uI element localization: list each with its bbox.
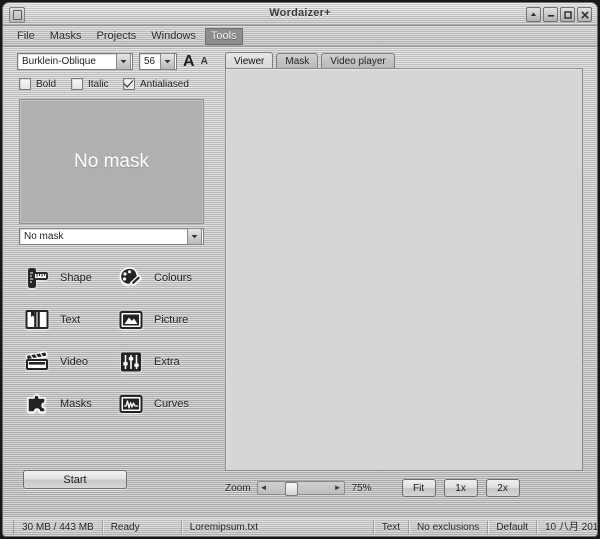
bold-checkbox-label: Bold	[36, 79, 56, 90]
menu-item-windows[interactable]: Windows	[145, 28, 202, 45]
increase-font-size-button[interactable]: A	[183, 54, 195, 70]
status-date: 10 八月 2016	[537, 521, 598, 534]
font-family-value: Burklein-Oblique	[18, 56, 116, 67]
tool-label-text: Text	[60, 314, 80, 326]
tool-label-picture: Picture	[154, 314, 188, 326]
font-toolbar: Burklein-Oblique 56 A A	[17, 53, 208, 70]
sliders-equalizer-icon	[117, 348, 145, 376]
checkbox-box[interactable]	[71, 78, 83, 90]
tool-button-video[interactable]: Video	[23, 341, 117, 383]
puzzle-piece-icon	[23, 390, 51, 418]
viewer-canvas[interactable]	[225, 68, 583, 471]
status-file: Loremipsum.txt	[182, 521, 374, 534]
tool-button-curves[interactable]: Curves	[117, 383, 211, 425]
tool-button-masks[interactable]: Masks	[23, 383, 117, 425]
mask-select[interactable]: No mask	[19, 228, 204, 245]
left-panel: Burklein-Oblique 56 A A B	[3, 47, 219, 516]
window-controls	[526, 7, 592, 22]
bold-checkbox[interactable]: Bold	[19, 78, 71, 90]
font-size-select[interactable]: 56	[139, 53, 177, 70]
checkbox-box-checked[interactable]	[123, 78, 135, 90]
zoom-percent-value: 75%	[352, 483, 382, 494]
antialiased-checkbox[interactable]: Antialiased	[123, 78, 189, 90]
font-family-select[interactable]: Burklein-Oblique	[17, 53, 133, 70]
tab-viewer[interactable]: Viewer	[225, 52, 273, 69]
menu-item-tools[interactable]: Tools	[205, 28, 243, 45]
slider-right-arrow-icon[interactable]: ►	[334, 484, 342, 492]
tool-button-extra[interactable]: Extra	[117, 341, 211, 383]
status-state: Ready	[103, 521, 182, 534]
maximize-button[interactable]	[560, 7, 575, 22]
tool-label-video: Video	[60, 356, 88, 368]
open-book-icon	[23, 306, 51, 334]
chevron-down-icon[interactable]	[160, 53, 175, 70]
tool-label-masks: Masks	[60, 398, 92, 410]
tab-mask[interactable]: Mask	[276, 53, 318, 69]
italic-checkbox[interactable]: Italic	[71, 78, 123, 90]
mask-select-value: No mask	[20, 231, 187, 242]
tool-button-colours[interactable]: Colours	[117, 257, 211, 299]
zoom-fit-button[interactable]: Fit	[402, 479, 436, 497]
paint-palette-icon	[117, 264, 145, 292]
font-style-checkboxes: Bold Italic Antialiased	[19, 78, 189, 90]
decrease-font-size-button[interactable]: A	[201, 57, 208, 67]
chevron-down-icon[interactable]	[187, 228, 202, 245]
tool-buttons-grid: Shape Colours	[23, 257, 211, 425]
minimize-button[interactable]	[543, 7, 558, 22]
tool-label-extra: Extra	[154, 356, 180, 368]
status-memory: 30 MB / 443 MB	[13, 521, 103, 534]
zoom-2x-button[interactable]: 2x	[486, 479, 520, 497]
antialiased-checkbox-label: Antialiased	[140, 79, 189, 90]
italic-checkbox-label: Italic	[88, 79, 109, 90]
main-body: Burklein-Oblique 56 A A B	[3, 47, 597, 516]
zoom-slider-thumb[interactable]	[285, 482, 298, 496]
start-button[interactable]: Start	[23, 470, 127, 489]
status-bar: 30 MB / 443 MB Ready Loremipsum.txt Text…	[3, 516, 597, 537]
status-profile: Default	[488, 521, 537, 534]
window-title: Wordaizer+	[3, 7, 597, 19]
zoom-1x-button[interactable]: 1x	[444, 479, 478, 497]
application-window: Wordaizer+ File Masks Projects Windows T…	[2, 2, 598, 537]
font-size-value: 56	[140, 56, 160, 67]
ruler-tsquare-icon	[23, 264, 51, 292]
checkbox-box[interactable]	[19, 78, 31, 90]
menu-item-masks[interactable]: Masks	[44, 28, 88, 45]
close-button[interactable]	[577, 7, 592, 22]
tool-label-colours: Colours	[154, 272, 192, 284]
status-exclusions: No exclusions	[409, 521, 488, 534]
tab-video-player[interactable]: Video player	[321, 53, 394, 69]
chevron-down-icon[interactable]	[116, 53, 131, 70]
slider-left-arrow-icon[interactable]: ◄	[260, 484, 268, 492]
tool-button-text[interactable]: Text	[23, 299, 117, 341]
status-mode: Text	[374, 521, 409, 534]
tool-label-curves: Curves	[154, 398, 189, 410]
viewer-tabstrip: Viewer Mask Video player	[225, 52, 395, 69]
menu-bar: File Masks Projects Windows Tools	[3, 26, 597, 47]
zoom-label: Zoom	[225, 483, 251, 494]
zoom-slider[interactable]: ◄ ►	[257, 481, 345, 495]
waveform-monitor-icon	[117, 390, 145, 418]
title-bar: Wordaizer+	[3, 3, 597, 26]
menu-item-file[interactable]: File	[11, 28, 41, 45]
right-panel: Viewer Mask Video player Zoom ◄ ► 75% Fi…	[219, 47, 597, 516]
mask-preview-panel[interactable]: No mask	[19, 99, 204, 224]
photo-mountain-icon	[117, 306, 145, 334]
mask-preview-text: No mask	[74, 151, 149, 173]
menu-item-projects[interactable]: Projects	[91, 28, 143, 45]
tool-label-shape: Shape	[60, 272, 92, 284]
rollup-button[interactable]	[526, 7, 541, 22]
zoom-toolbar: Zoom ◄ ► 75% Fit 1x 2x	[225, 477, 583, 499]
tool-button-picture[interactable]: Picture	[117, 299, 211, 341]
tool-button-shape[interactable]: Shape	[23, 257, 117, 299]
film-clapperboard-icon	[23, 348, 51, 376]
